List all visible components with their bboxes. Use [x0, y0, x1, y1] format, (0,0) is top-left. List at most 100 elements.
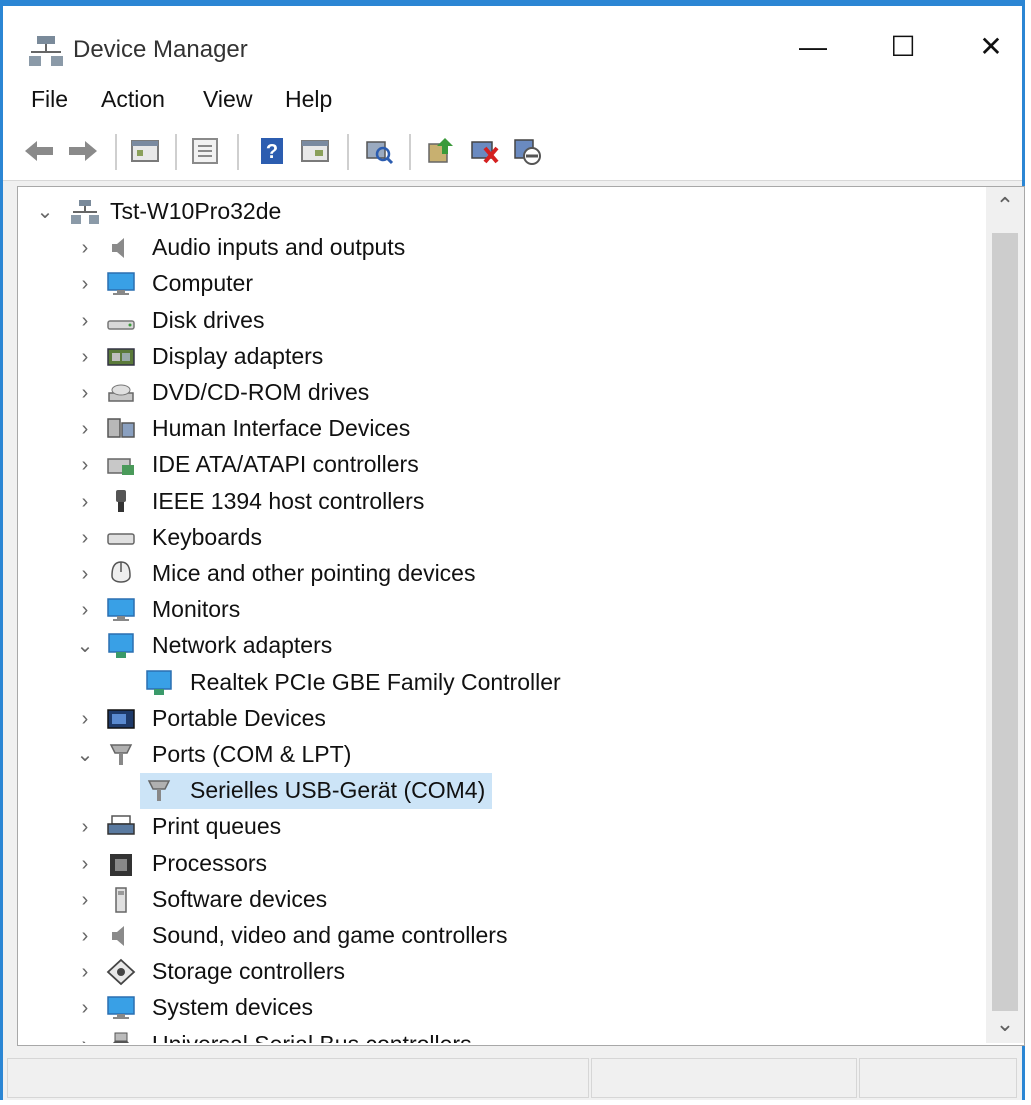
tree-category[interactable]: › Audio inputs and outputs: [18, 231, 938, 265]
tree-category[interactable]: › System devices: [18, 991, 938, 1025]
show-hide-console-icon[interactable]: [189, 136, 221, 166]
view-icon[interactable]: [299, 136, 331, 166]
toolbar-separator: [175, 134, 177, 170]
chevron-right-icon[interactable]: ›: [74, 816, 96, 838]
uninstall-device-icon[interactable]: [469, 136, 501, 166]
menu-view[interactable]: View: [203, 86, 252, 113]
tree-item-label: Human Interface Devices: [152, 415, 411, 442]
chevron-right-icon[interactable]: ›: [74, 346, 96, 368]
mouse-icon: [111, 561, 131, 583]
properties-view-icon[interactable]: [129, 136, 161, 166]
status-cell: [7, 1058, 589, 1098]
chevron-down-icon[interactable]: ⌄: [34, 201, 56, 223]
tree-category[interactable]: › DVD/CD-ROM drives: [18, 376, 938, 410]
tree-root-label: Tst-W10Pro32de: [110, 198, 282, 224]
tree-category[interactable]: › Keyboards: [18, 521, 938, 555]
tree-item-label: Computer: [152, 270, 253, 297]
tree-category[interactable]: › IEEE 1394 host controllers: [18, 485, 938, 519]
tree-item-label: Print queues: [152, 813, 282, 840]
portable-device-icon: [107, 709, 135, 729]
chevron-right-icon[interactable]: ›: [74, 237, 96, 259]
back-icon[interactable]: [23, 136, 55, 166]
tree-category[interactable]: ⌄ Ports (COM & LPT): [18, 738, 938, 772]
scan-hardware-icon[interactable]: [363, 136, 395, 166]
chevron-right-icon[interactable]: ›: [74, 491, 96, 513]
tree-category[interactable]: › Computer: [18, 267, 938, 301]
storage-icon: [106, 958, 136, 986]
tree-item-label: Software devices: [152, 885, 328, 912]
help-icon[interactable]: ?: [257, 136, 289, 166]
menu-action[interactable]: Action: [101, 86, 165, 113]
chevron-right-icon[interactable]: ›: [74, 889, 96, 911]
update-driver-icon[interactable]: [425, 136, 457, 166]
chevron-right-icon[interactable]: ›: [74, 925, 96, 947]
tree-item-label: Monitors: [152, 596, 241, 623]
keyboard-icon: [107, 533, 135, 545]
chevron-right-icon[interactable]: ›: [74, 527, 96, 549]
scroll-thumb[interactable]: [992, 233, 1018, 1011]
port-icon: [109, 744, 133, 765]
close-button[interactable]: ✕: [961, 24, 1021, 70]
scroll-down-button[interactable]: ⌄: [986, 1009, 1024, 1039]
tree-category[interactable]: › Mice and other pointing devices: [18, 557, 938, 591]
tree-device[interactable]: Realtek PCIe GBE Family Controller: [18, 666, 938, 700]
chevron-right-icon[interactable]: ›: [74, 418, 96, 440]
chevron-right-icon[interactable]: ›: [74, 563, 96, 585]
chevron-right-icon[interactable]: ›: [74, 1034, 96, 1043]
tree-category[interactable]: › Monitors: [18, 593, 938, 627]
menu-help[interactable]: Help: [285, 86, 332, 113]
tree-category[interactable]: › Human Interface Devices: [18, 412, 938, 446]
scroll-up-button[interactable]: ⌃: [986, 191, 1024, 221]
chevron-right-icon[interactable]: ›: [74, 708, 96, 730]
tree-item-label: Universal Serial Bus controllers: [152, 1031, 472, 1043]
ide-icon: [107, 458, 134, 476]
device-tree-pane[interactable]: ⌄ Tst-W10Pro32de › Audio inputs and outpu…: [17, 186, 1025, 1046]
menu-file[interactable]: File: [31, 86, 68, 113]
chevron-right-icon[interactable]: ›: [74, 454, 96, 476]
tree-item-label: Disk drives: [152, 306, 265, 333]
tree-category[interactable]: › Storage controllers: [18, 955, 938, 989]
tree-category[interactable]: › Portable Devices: [18, 702, 938, 736]
toolbar-separator: [237, 134, 239, 170]
tree-device[interactable]: Serielles USB-Gerät (COM4): [18, 774, 938, 808]
tree-category[interactable]: › Disk drives: [18, 304, 938, 338]
minimize-button[interactable]: —: [783, 24, 843, 70]
disable-device-icon[interactable]: [511, 136, 543, 166]
svg-text:?: ?: [266, 141, 278, 163]
tree-category[interactable]: › IDE ATA/ATAPI controllers: [18, 448, 938, 482]
chevron-right-icon[interactable]: ›: [74, 997, 96, 1019]
chevron-down-icon[interactable]: ⌄: [74, 744, 96, 766]
tree-category[interactable]: › Processors: [18, 847, 938, 881]
chevron-right-icon[interactable]: ›: [74, 853, 96, 875]
port-icon: [147, 780, 171, 802]
tree-item-label: DVD/CD-ROM drives: [152, 379, 370, 405]
toolbar: ?: [3, 124, 1022, 181]
monitor-icon: [107, 272, 135, 296]
device-tree[interactable]: ⌄ Tst-W10Pro32de › Audio inputs and outpu…: [18, 187, 984, 1043]
chevron-right-icon[interactable]: ›: [74, 961, 96, 983]
status-cell: [591, 1058, 857, 1098]
vertical-scrollbar[interactable]: ⌃ ⌄: [986, 187, 1024, 1043]
chevron-right-icon[interactable]: ›: [74, 382, 96, 404]
tree-category[interactable]: › Sound, video and game controllers: [18, 919, 938, 953]
tree-item-label: Display adapters: [152, 342, 324, 369]
chevron-right-icon[interactable]: ›: [74, 599, 96, 621]
forward-icon[interactable]: [67, 136, 99, 166]
speaker-icon: [112, 926, 124, 946]
tree-category[interactable]: ⌄ Network adapters: [18, 629, 938, 663]
display-adapter-icon: [107, 348, 135, 366]
tree-root[interactable]: ⌄ Tst-W10Pro32de: [18, 195, 418, 229]
chevron-down-icon[interactable]: ⌄: [74, 635, 96, 657]
computer-tree-icon: [29, 36, 63, 66]
maximize-button[interactable]: ☐: [873, 24, 933, 70]
tree-category[interactable]: › Software devices: [18, 883, 938, 917]
tree-item-label: Audio inputs and outputs: [152, 234, 406, 261]
tree-category[interactable]: › Universal Serial Bus controllers: [18, 1028, 938, 1043]
menu-bar: File Action View Help: [3, 76, 1022, 124]
chevron-right-icon[interactable]: ›: [74, 310, 96, 332]
tree-category[interactable]: › Print queues: [18, 810, 938, 844]
title-bar[interactable]: Device Manager — ☐ ✕: [3, 6, 1022, 76]
monitor-icon: [107, 598, 135, 622]
chevron-right-icon[interactable]: ›: [74, 273, 96, 295]
tree-category[interactable]: › Display adapters: [18, 340, 938, 374]
